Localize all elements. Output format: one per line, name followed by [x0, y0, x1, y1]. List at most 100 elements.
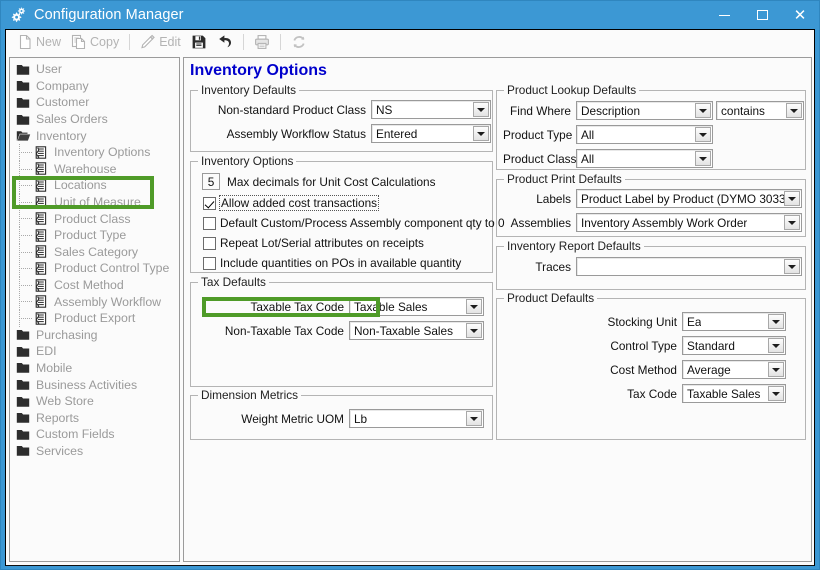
checkbox-repeat-lot-serial-attributes[interactable]: Repeat Lot/Serial attributes on receipts — [203, 236, 424, 250]
sidebar-item-web-store[interactable]: Web Store — [10, 393, 179, 410]
page-icon — [35, 262, 47, 275]
sidebar-item-product-export[interactable]: Product Export — [10, 309, 179, 327]
navigation-tree: User Company Customer Sales Orders Inventory… — [10, 58, 179, 459]
control-type-value: Standard — [687, 338, 735, 353]
toolbar-separator — [242, 34, 244, 50]
chevron-down-icon[interactable] — [473, 102, 489, 117]
minimize-button[interactable] — [705, 1, 743, 29]
sidebar-item-sales-category[interactable]: Sales Category — [10, 243, 179, 261]
application-window: Configuration Manager ✕ New Copy Edit Us… — [0, 0, 820, 570]
sidebar-item-label: Web Store — [36, 394, 94, 409]
sidebar-item-services[interactable]: Services — [10, 443, 179, 460]
stocking-unit-select[interactable]: Ea — [682, 312, 786, 331]
taxable-tax-code-select[interactable]: Taxable Sales — [349, 297, 484, 316]
checkbox-default-custom-process-assembly-qty[interactable]: Default Custom/Process Assembly componen… — [203, 216, 505, 230]
sidebar-item-product-class[interactable]: Product Class — [10, 210, 179, 228]
sidebar-item-inventory[interactable]: Inventory — [10, 127, 179, 144]
field-control-type: Control Type Standard — [503, 336, 786, 355]
edit-button[interactable]: Edit — [135, 32, 186, 53]
print-button[interactable] — [249, 32, 275, 53]
sidebar-item-customer[interactable]: Customer — [10, 94, 179, 111]
maximize-button[interactable] — [743, 1, 781, 29]
sidebar-item-inventory-options[interactable]: Inventory Options — [10, 143, 179, 161]
close-icon: ✕ — [793, 6, 807, 24]
copy-button[interactable]: Copy — [66, 32, 124, 53]
save-floppy-icon — [191, 34, 207, 50]
chevron-down-icon[interactable] — [466, 299, 482, 314]
checkbox-icon-unchecked[interactable] — [203, 216, 216, 230]
chevron-down-icon[interactable] — [786, 103, 802, 118]
stocking-unit-value: Ea — [687, 314, 702, 329]
find-where-label: Find Where — [510, 103, 571, 118]
sidebar-item-sales-orders[interactable]: Sales Orders — [10, 111, 179, 128]
assemblies-select[interactable]: Inventory Assembly Work Order — [576, 213, 802, 232]
assemblies-label: Assemblies — [510, 215, 571, 230]
product-type-select[interactable]: All — [576, 125, 713, 144]
control-type-select[interactable]: Standard — [682, 336, 786, 355]
sidebar-item-purchasing[interactable]: Purchasing — [10, 327, 179, 344]
sidebar-item-cost-method[interactable]: Cost Method — [10, 276, 179, 294]
undo-button[interactable] — [212, 32, 238, 53]
sidebar-item-reports[interactable]: Reports — [10, 409, 179, 426]
sidebar-item-company[interactable]: Company — [10, 78, 179, 95]
new-button[interactable]: New — [12, 32, 66, 53]
chevron-down-icon[interactable] — [768, 338, 784, 353]
sidebar-item-user[interactable]: User — [10, 61, 179, 78]
checkbox-icon-unchecked[interactable] — [203, 256, 216, 270]
traces-select[interactable] — [576, 257, 802, 276]
product-class-select[interactable]: All — [576, 149, 713, 168]
non-taxable-tax-code-select[interactable]: Non-Taxable Sales — [349, 321, 484, 340]
close-button[interactable]: ✕ — [781, 1, 819, 29]
minimize-icon — [718, 14, 730, 16]
checkbox-label: Default Custom/Process Assembly componen… — [220, 216, 505, 230]
sidebar-item-business-activities[interactable]: Business Activities — [10, 376, 179, 393]
sidebar-item-assembly-workflow[interactable]: Assembly Workflow — [10, 293, 179, 311]
checkbox-icon-checked[interactable] — [203, 196, 216, 210]
cost-method-select[interactable]: Average — [682, 360, 786, 379]
sidebar-item-product-type[interactable]: Product Type — [10, 226, 179, 244]
navigation-tree-pane[interactable]: User Company Customer Sales Orders Inventory… — [9, 57, 180, 562]
pencil-icon — [140, 34, 156, 50]
sidebar-item-mobile[interactable]: Mobile — [10, 360, 179, 377]
field-non-taxable-tax-code: Non-Taxable Tax Code Non-Taxable Sales — [188, 321, 484, 340]
find-where-value: Description — [581, 103, 641, 118]
sidebar-item-locations[interactable]: Locations — [10, 177, 179, 195]
chevron-down-icon[interactable] — [466, 323, 482, 338]
chevron-down-icon[interactable] — [784, 191, 800, 206]
tax-code-select[interactable]: Taxable Sales — [682, 384, 786, 403]
sidebar-item-edi[interactable]: EDI — [10, 343, 179, 360]
chevron-down-icon[interactable] — [768, 362, 784, 377]
chevron-down-icon[interactable] — [768, 386, 784, 401]
sidebar-item-unit-of-measure[interactable]: Unit of Measure — [10, 193, 179, 211]
labels-select[interactable]: Product Label by Product (DYMO 30336) — [576, 189, 802, 208]
refresh-button[interactable] — [286, 32, 312, 53]
chevron-down-icon[interactable] — [695, 103, 711, 118]
weight-metric-uom-select[interactable]: Lb — [349, 409, 484, 428]
sidebar-item-custom-fields[interactable]: Custom Fields — [10, 426, 179, 443]
chevron-down-icon[interactable] — [695, 127, 711, 142]
tree-connector — [19, 151, 32, 153]
find-where-select[interactable]: Description — [576, 101, 713, 120]
chevron-down-icon[interactable] — [695, 151, 711, 166]
chevron-down-icon[interactable] — [784, 215, 800, 230]
max-decimals-input[interactable]: 5 — [202, 173, 220, 190]
checkbox-include-po-quantities[interactable]: Include quantities on POs in available q… — [203, 256, 461, 270]
folder-icon — [16, 380, 30, 390]
chevron-down-icon[interactable] — [784, 259, 800, 274]
checkbox-icon-unchecked[interactable] — [203, 236, 216, 250]
page-icon — [35, 245, 47, 259]
sidebar-item-product-control-type[interactable]: Product Control Type — [10, 260, 179, 278]
product-type-label: Product Type — [503, 127, 573, 142]
group-inventory-options: Inventory Options 5 Max decimals for Uni… — [190, 154, 505, 317]
find-where-operator-select[interactable]: contains — [716, 101, 804, 120]
chevron-down-icon[interactable] — [466, 411, 482, 426]
assembly-workflow-status-select[interactable]: Entered — [371, 124, 491, 143]
non-standard-product-class-select[interactable]: NS — [371, 100, 491, 119]
chevron-down-icon[interactable] — [768, 314, 784, 329]
checkbox-allow-added-cost-transactions[interactable]: Allow added cost transactions — [203, 195, 380, 211]
taxable-tax-code-label: Taxable Tax Code — [250, 299, 344, 314]
chevron-down-icon[interactable] — [473, 126, 489, 141]
sidebar-item-warehouse[interactable]: Warehouse — [10, 160, 179, 178]
save-button[interactable] — [186, 32, 212, 53]
sidebar-item-label: Purchasing — [36, 327, 98, 342]
